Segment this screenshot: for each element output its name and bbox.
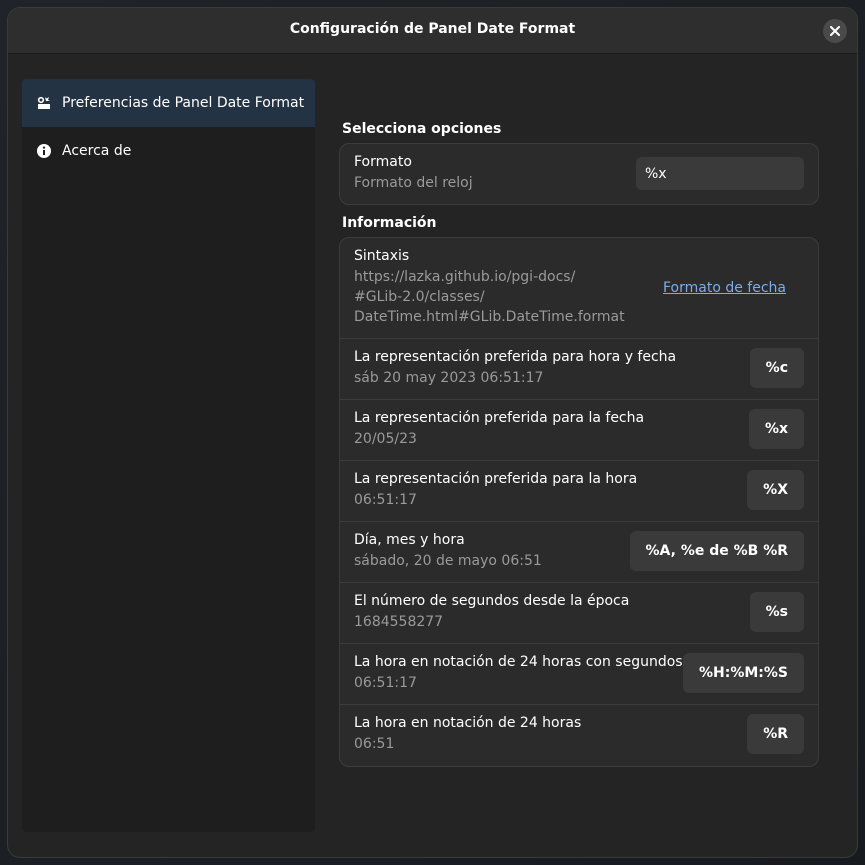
row-title: Día, mes y hora [354, 532, 465, 548]
date-format-link[interactable]: Formato de fecha [663, 280, 786, 296]
row-subtitle: 20/05/23 [354, 431, 417, 447]
syntax-url-line: #GLib-2.0/classes/ [354, 289, 485, 305]
settings-window: Configuración de Panel Date Format Prefe… [8, 8, 857, 857]
format-code-button[interactable]: %A, %e de %B %R [629, 531, 804, 571]
sidebar-item-label: Preferencias de Panel Date Format [62, 95, 305, 111]
list-item: La representación preferida para hora y … [340, 339, 818, 400]
list-item: La representación preferida para la hora… [340, 461, 818, 522]
row-subtitle: 1684558277 [354, 614, 444, 630]
row-subtitle: sábado, 20 de mayo 06:51 [354, 553, 542, 569]
row-subtitle: sáb 20 may 2023 06:51:17 [354, 370, 544, 386]
sidebar-item-label: Acerca de [62, 143, 132, 159]
format-subtitle: Formato del reloj [354, 175, 473, 191]
format-code-button[interactable]: %R [747, 714, 804, 754]
syntax-title: Sintaxis [354, 248, 410, 264]
format-code-button[interactable]: %H:%M:%S [682, 653, 804, 693]
header-bar: Configuración de Panel Date Format [8, 8, 857, 54]
options-card: Formato Formato del reloj %x [339, 143, 819, 205]
row-subtitle: 06:51:17 [354, 492, 417, 508]
info-section-title: Información [342, 215, 437, 231]
close-icon [830, 26, 840, 36]
sidebar-item-preferences[interactable]: Preferencias de Panel Date Format [22, 79, 315, 127]
window-title: Configuración de Panel Date Format [289, 21, 576, 37]
row-title: La hora en notación de 24 horas con segu… [354, 654, 683, 670]
format-code-button[interactable]: %x [748, 409, 804, 449]
list-item: La representación preferida para la fech… [340, 400, 818, 461]
syntax-url-line: https://lazka.github.io/pgi-docs/ [354, 269, 576, 285]
row-subtitle: 06:51 [354, 736, 395, 752]
row-title: La representación preferida para la hora [354, 471, 638, 487]
format-code-button[interactable]: %X [747, 470, 804, 510]
list-item: El número de segundos desde la época 168… [340, 583, 818, 644]
format-input[interactable]: %x [636, 157, 804, 190]
row-title: La representación preferida para la fech… [354, 410, 645, 426]
format-row: Formato Formato del reloj %x [340, 144, 818, 204]
preferences-icon [36, 95, 52, 111]
sidebar: Preferencias de Panel Date Format Acerca… [22, 79, 315, 832]
format-code-button[interactable]: %c [749, 348, 804, 388]
format-title: Formato [354, 154, 412, 170]
sidebar-item-about[interactable]: Acerca de [22, 127, 315, 175]
format-code-button[interactable]: %s [749, 592, 804, 632]
row-title: La hora en notación de 24 horas [354, 715, 582, 731]
syntax-row: Sintaxis https://lazka.github.io/pgi-doc… [340, 238, 818, 339]
list-item: La hora en notación de 24 horas con segu… [340, 644, 818, 705]
row-title: La representación preferida para hora y … [354, 349, 677, 365]
syntax-url-line: DateTime.html#GLib.DateTime.format [354, 309, 625, 325]
info-icon [36, 143, 52, 159]
info-card: Sintaxis https://lazka.github.io/pgi-doc… [339, 237, 819, 767]
row-subtitle: 06:51:17 [354, 675, 417, 691]
options-section-title: Selecciona opciones [342, 121, 502, 137]
list-item: Día, mes y hora sábado, 20 de mayo 06:51… [340, 522, 818, 583]
list-item: La hora en notación de 24 horas 06:51 %R [340, 705, 818, 765]
row-title: El número de segundos desde la época [354, 593, 630, 609]
close-button[interactable] [823, 19, 847, 43]
